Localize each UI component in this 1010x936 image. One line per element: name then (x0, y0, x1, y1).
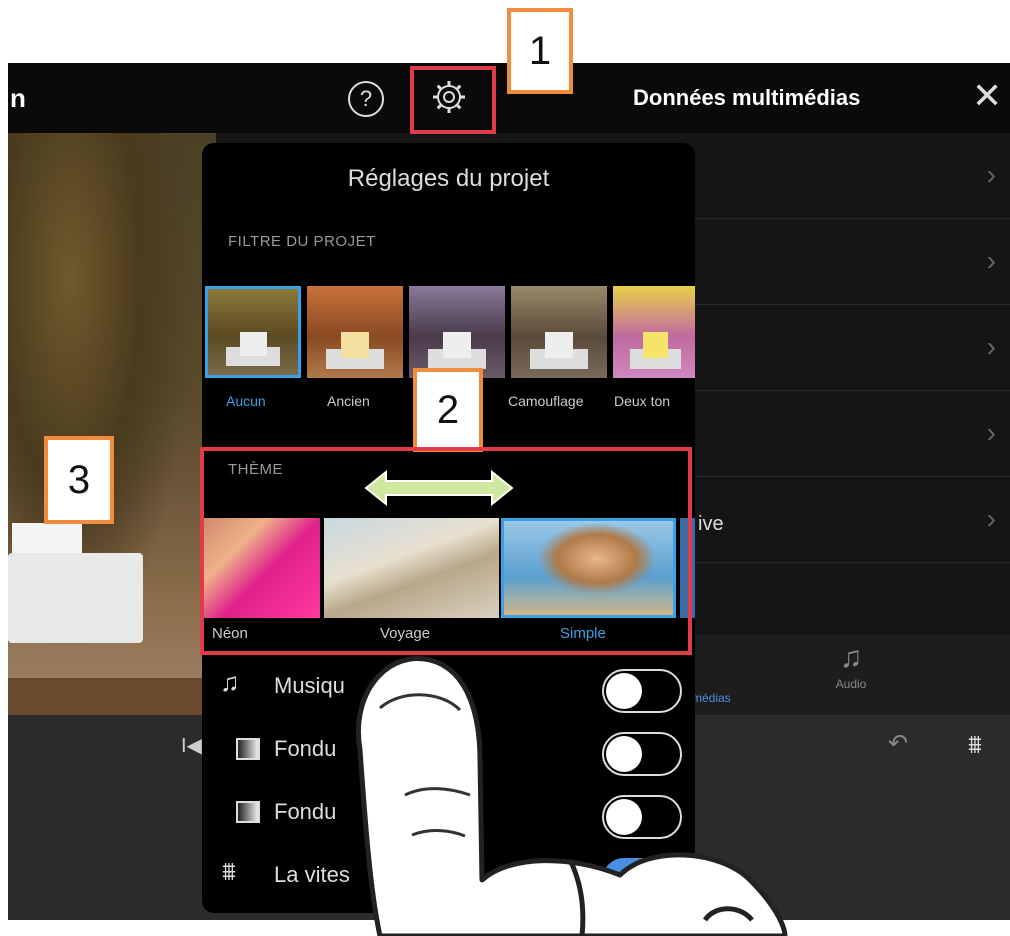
filter-name: Camouflage (508, 393, 584, 409)
thumb-paper (239, 332, 267, 357)
chevron-right-icon: › (986, 159, 996, 190)
filter-thumb-aucun[interactable] (205, 286, 301, 378)
media-row[interactable]: › (692, 391, 1010, 477)
swipe-arrow-icon (364, 469, 514, 507)
media-row[interactable]: ive › (692, 477, 1010, 563)
filter-thumb-deux-tons[interactable] (613, 286, 695, 378)
waveform-icon: ⩩ (222, 856, 236, 886)
chevron-right-icon: › (986, 503, 996, 534)
music-note-icon: ♫ (839, 641, 863, 674)
tab-audio-label: Audio (835, 677, 867, 691)
media-row[interactable]: › (692, 305, 1010, 391)
callout-3: 3 (44, 436, 114, 524)
thumb-paper (642, 332, 669, 358)
chevron-right-icon: › (986, 245, 996, 276)
chevron-right-icon: › (986, 417, 996, 448)
thumb-paper (340, 332, 370, 358)
skip-back-icon[interactable]: I◀ (181, 733, 202, 758)
filter-name: Ancien (327, 393, 370, 409)
filter-strip[interactable] (205, 286, 695, 378)
help-button[interactable]: ? (348, 81, 384, 117)
undo-icon[interactable]: ↶ (888, 729, 908, 758)
media-row-label: ive (698, 513, 724, 535)
media-row[interactable]: › (692, 133, 1010, 219)
fade-gradient-icon (236, 738, 260, 760)
filter-name: Deux ton (614, 393, 671, 409)
media-panel-title: Données multimédias (633, 85, 861, 110)
audio-waveform-icon[interactable]: ⩩ (968, 729, 982, 761)
media-row[interactable]: › (692, 219, 1010, 305)
callout-2: 2 (413, 368, 483, 452)
filter-section-label: FILTRE DU PROJET (228, 233, 376, 250)
callout-1: 1 (507, 8, 573, 94)
thumb-paper (442, 332, 472, 358)
fade-gradient-icon (236, 801, 260, 823)
popover-title: Réglages du projet (347, 165, 550, 192)
filter-thumb-ancien[interactable] (307, 286, 403, 378)
filter-thumb-3[interactable] (409, 286, 505, 378)
thumb-paper (544, 332, 574, 358)
printer-image (8, 553, 143, 643)
tab-audio[interactable]: ♫ Audio (826, 635, 876, 693)
close-button[interactable]: ✕ (972, 78, 1002, 114)
media-list: › › › › ive › (692, 133, 1010, 563)
shelf-image (8, 678, 216, 718)
filter-name: Aucun (226, 393, 266, 409)
back-label[interactable]: n (10, 83, 26, 114)
filter-thumb-camouflage[interactable] (511, 286, 607, 378)
pointing-hand-icon (356, 656, 788, 936)
video-preview[interactable] (8, 133, 216, 718)
chevron-right-icon: › (986, 331, 996, 362)
settings-highlight-box (410, 66, 496, 134)
music-note-icon: ♫ (220, 667, 240, 697)
